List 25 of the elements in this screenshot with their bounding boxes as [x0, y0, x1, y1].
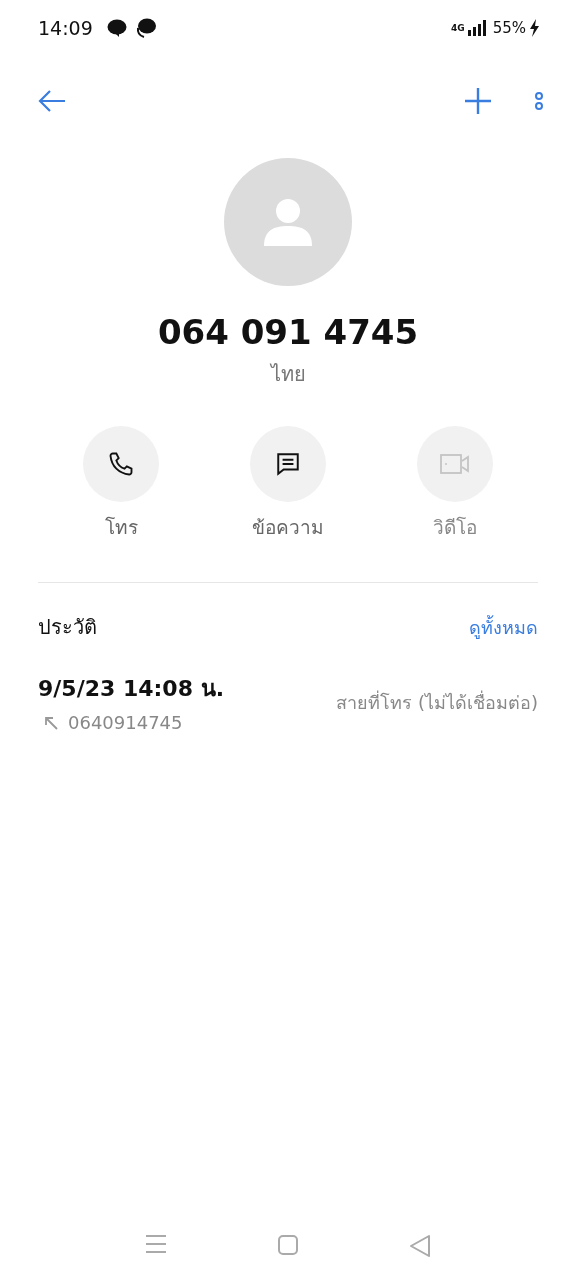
- call-number: 0640914745: [68, 712, 183, 733]
- status-time: 14:09: [38, 17, 93, 39]
- action-label: วิดีโอ: [433, 515, 477, 540]
- message-icon: [275, 451, 301, 477]
- chat-phone-icon: [134, 18, 157, 38]
- home-icon[interactable]: [277, 1234, 299, 1256]
- outgoing-arrow-icon: [44, 715, 58, 730]
- action-label: โทร: [104, 515, 138, 540]
- phone-number: 064 091 4745: [156, 312, 420, 352]
- signal-icon: [467, 20, 486, 36]
- chat-bubble-icon: [106, 19, 127, 37]
- network-type: 4G: [451, 23, 465, 33]
- menu-icon[interactable]: [145, 1234, 167, 1254]
- battery-level: 55%: [492, 19, 526, 37]
- number-location: ไทย: [269, 361, 307, 388]
- see-all-link[interactable]: ดูทั้งหมด: [469, 612, 538, 642]
- more-icon: [534, 90, 544, 112]
- history-title: ประวัติ: [38, 614, 97, 641]
- person-icon: [262, 196, 314, 248]
- video-icon: [440, 453, 470, 475]
- action-label: ข้อความ: [252, 515, 324, 540]
- call-status: สายที่โทร (ไม่ได้เชื่อมต่อ): [336, 689, 538, 715]
- phone-icon: [107, 450, 135, 478]
- call-datetime: 9/5/23 14:08 น.: [38, 675, 225, 703]
- back-nav-icon[interactable]: [409, 1234, 431, 1258]
